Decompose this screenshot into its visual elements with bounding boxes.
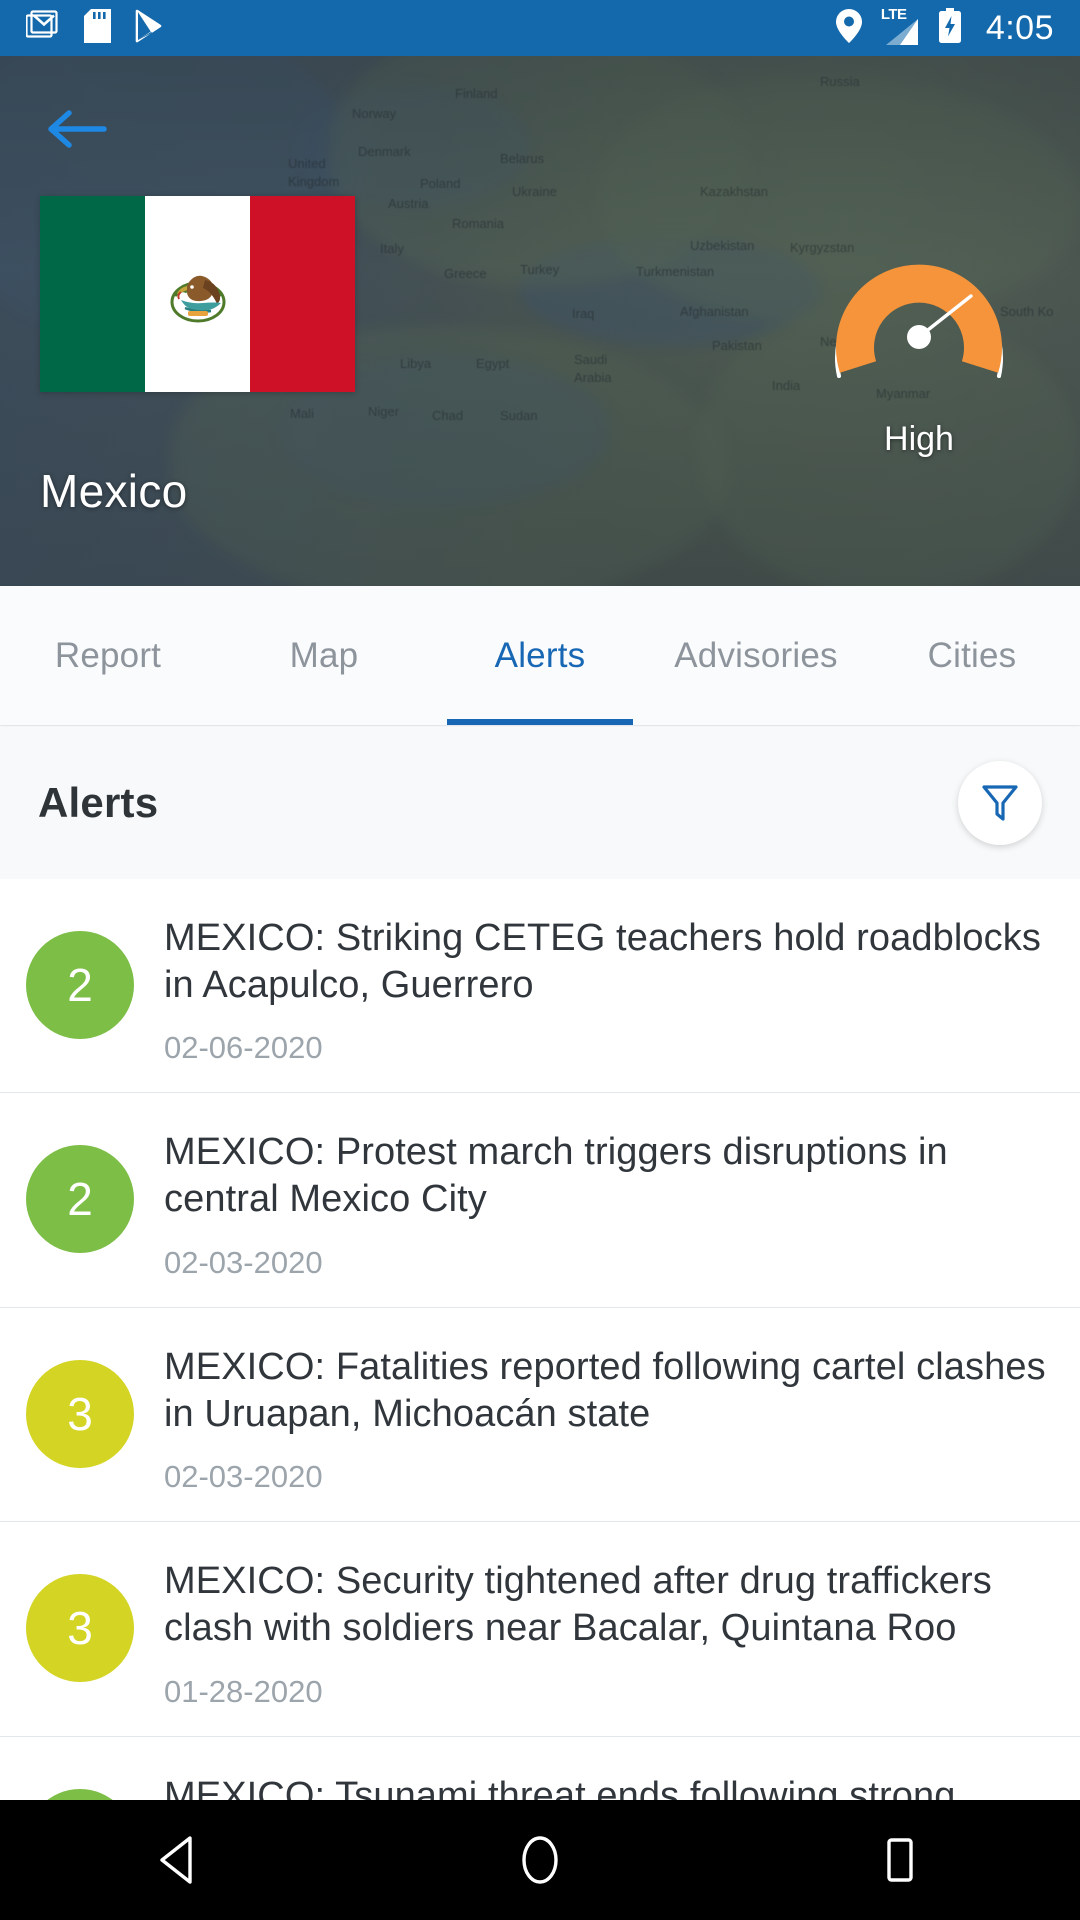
back-button[interactable] <box>40 92 114 166</box>
nav-back-button[interactable] <box>120 1800 240 1920</box>
location-pin-icon <box>835 8 862 48</box>
home-circle-icon <box>522 1836 558 1884</box>
recents-square-icon <box>887 1838 913 1882</box>
alert-date: 02-03-2020 <box>164 1459 323 1495</box>
alert-date: 02-06-2020 <box>164 1030 323 1066</box>
page-title: Alerts <box>38 779 159 826</box>
alert-title: MEXICO: Tsunami threat ends following st… <box>164 1774 956 1800</box>
alert-title: MEXICO: Security tightened after drug tr… <box>164 1560 992 1650</box>
android-navigation-bar <box>0 1800 1080 1920</box>
table-row[interactable]: 2 MEXICO: Striking CETEG teachers hold r… <box>0 879 1080 1094</box>
risk-level-label: High <box>884 420 954 458</box>
status-bar-notification-icons <box>25 8 167 48</box>
alert-content: MEXICO: Tsunami threat ends following st… <box>164 1771 1050 1800</box>
filter-button[interactable] <box>958 761 1042 845</box>
risk-gauge-icon <box>835 264 1003 378</box>
status-badge: 2 <box>26 931 134 1039</box>
tab-cities[interactable]: Cities <box>864 586 1080 725</box>
tab-alerts[interactable]: Alerts <box>432 586 648 725</box>
status-bar: LTE 4:05 <box>0 0 1080 56</box>
battery-charging-icon <box>938 7 962 49</box>
mexico-coat-of-arms-icon <box>170 275 225 323</box>
section-tab-bar: Report Map Alerts Advisories Cities <box>0 586 1080 726</box>
alert-title: MEXICO: Protest march triggers disruptio… <box>164 1131 948 1221</box>
alert-content: MEXICO: Security tightened after drug tr… <box>164 1556 1050 1709</box>
status-badge: 2 <box>26 1145 134 1254</box>
tab-advisories[interactable]: Advisories <box>648 586 864 725</box>
alerts-section-header: Alerts <box>0 727 1080 879</box>
gmail-icon <box>25 9 62 48</box>
table-row[interactable]: 2 MEXICO: Protest march triggers disrupt… <box>0 1093 1080 1308</box>
country-title: Mexico <box>40 465 188 517</box>
alert-content: MEXICO: Fatalities reported following ca… <box>164 1342 1050 1495</box>
status-bar-system-icons: LTE 4:05 <box>835 6 1054 49</box>
country-hero-header: Finland Norway Russia Denmark United Kin… <box>0 56 1080 586</box>
tab-report[interactable]: Report <box>0 586 216 725</box>
back-arrow-icon <box>48 110 107 148</box>
alert-title: MEXICO: Fatalities reported following ca… <box>164 1345 1046 1435</box>
flag-band-white <box>145 196 250 392</box>
tab-map[interactable]: Map <box>216 586 432 725</box>
table-row[interactable]: 3 MEXICO: Fatalities reported following … <box>0 1308 1080 1523</box>
table-row[interactable]: 3 MEXICO: Security tightened after drug … <box>0 1522 1080 1737</box>
phone-screen: LTE 4:05 Mexico High Report Map Alerts A… <box>0 0 1080 1920</box>
alert-content: MEXICO: Striking CETEG teachers hold roa… <box>164 913 1050 1066</box>
flag-band-green <box>40 196 145 392</box>
status-badge: 2 <box>26 1788 134 1800</box>
sd-card-icon <box>84 8 111 48</box>
country-flag <box>40 196 355 392</box>
alerts-list[interactable]: 2 MEXICO: Striking CETEG teachers hold r… <box>0 879 1080 1800</box>
lte-label: LTE <box>880 6 907 23</box>
status-badge: 3 <box>26 1574 134 1683</box>
flag-band-red <box>250 196 355 392</box>
risk-gauge: High <box>816 234 1022 459</box>
alert-date: 02-03-2020 <box>164 1244 323 1280</box>
alert-title: MEXICO: Striking CETEG teachers hold roa… <box>164 917 1041 1006</box>
nav-recents-button[interactable] <box>840 1800 960 1920</box>
clock-time: 4:05 <box>985 8 1054 47</box>
play-store-icon <box>133 9 167 48</box>
lte-signal-icon: LTE <box>880 6 920 47</box>
back-triangle-icon <box>160 1836 192 1884</box>
table-row[interactable]: 2 MEXICO: Tsunami threat ends following … <box>0 1737 1080 1800</box>
filter-funnel-icon <box>982 785 1018 821</box>
nav-home-button[interactable] <box>480 1800 600 1920</box>
alert-content: MEXICO: Protest march triggers disruptio… <box>164 1127 1050 1280</box>
alert-date: 01-28-2020 <box>164 1673 323 1709</box>
status-badge: 3 <box>26 1359 134 1468</box>
